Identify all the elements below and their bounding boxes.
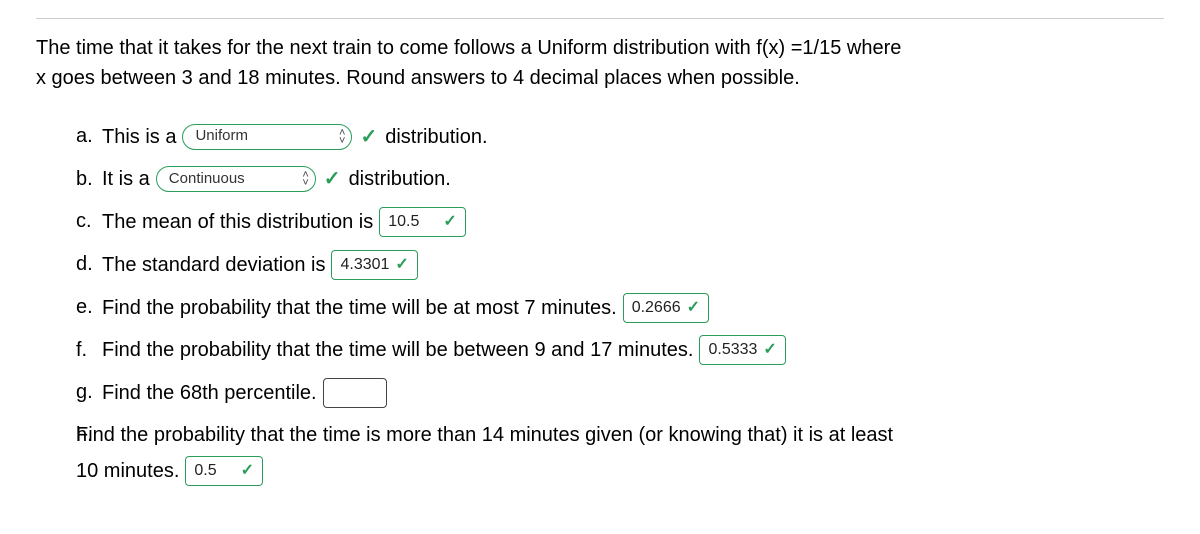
marker-d: d. — [76, 249, 93, 279]
marker-g: g. — [76, 377, 93, 407]
answer-d-value: 4.3301 — [340, 253, 389, 277]
question-list: a. This is a Uniform ˄ ˅ ✓ distribution.… — [36, 121, 1164, 486]
prompt-line-2: x goes between 3 and 18 minutes. Round a… — [36, 63, 1164, 93]
prompt-line-1: The time that it takes for the next trai… — [36, 33, 1164, 63]
item-c: c. The mean of this distribution is 10.5… — [76, 206, 1164, 237]
check-icon: ✓ — [763, 338, 776, 362]
check-icon: ✓ — [324, 164, 341, 194]
answer-c[interactable]: 10.5 ✓ — [379, 207, 466, 237]
top-rule — [36, 18, 1164, 19]
select-b[interactable]: Continuous ˄ ˅ — [156, 166, 316, 192]
item-b-prefix: It is a — [102, 164, 150, 194]
select-b-value: Continuous — [169, 168, 297, 191]
item-a-suffix: distribution. — [385, 122, 487, 152]
marker-e: e. — [76, 292, 93, 322]
item-f: f. Find the probability that the time wi… — [76, 335, 1164, 366]
answer-f-value: 0.5333 — [708, 338, 757, 362]
check-icon: ✓ — [360, 122, 377, 152]
select-a-value: Uniform — [195, 125, 333, 148]
item-h: h. Find the probability that the time is… — [76, 420, 1164, 486]
item-d-prefix: The standard deviation is — [102, 250, 325, 280]
item-g-prefix: Find the 68th percentile. — [102, 378, 317, 408]
answer-e-value: 0.2666 — [632, 296, 681, 320]
check-icon: ✓ — [443, 210, 456, 234]
answer-c-value: 10.5 — [388, 210, 419, 234]
marker-h: h. — [76, 420, 93, 450]
item-f-prefix: Find the probability that the time will … — [102, 335, 693, 365]
chevron-up-down-icon: ˄ ˅ — [339, 129, 345, 145]
item-e: e. Find the probability that the time wi… — [76, 292, 1164, 323]
chevron-up-down-icon: ˄ ˅ — [302, 171, 308, 187]
answer-g[interactable] — [323, 378, 387, 408]
check-icon: ✓ — [241, 459, 254, 483]
marker-a: a. — [76, 121, 93, 151]
answer-h-value: 0.5 — [194, 459, 216, 483]
item-c-prefix: The mean of this distribution is — [102, 207, 373, 237]
answer-f[interactable]: 0.5333 ✓ — [699, 335, 785, 365]
item-a-prefix: This is a — [102, 122, 176, 152]
item-g: g. Find the 68th percentile. — [76, 377, 1164, 408]
item-b: b. It is a Continuous ˄ ˅ ✓ distribution… — [76, 164, 1164, 195]
item-h-line2-prefix: 10 minutes. — [76, 456, 179, 486]
item-d: d. The standard deviation is 4.3301 ✓ — [76, 249, 1164, 280]
check-icon: ✓ — [395, 253, 408, 277]
item-a: a. This is a Uniform ˄ ˅ ✓ distribution. — [76, 121, 1164, 152]
item-b-suffix: distribution. — [349, 164, 451, 194]
check-icon: ✓ — [687, 296, 700, 320]
select-a[interactable]: Uniform ˄ ˅ — [182, 124, 352, 150]
marker-c: c. — [76, 206, 92, 236]
marker-b: b. — [76, 164, 93, 194]
answer-h[interactable]: 0.5 ✓ — [185, 456, 263, 486]
answer-e[interactable]: 0.2666 ✓ — [623, 293, 709, 323]
item-h-line1: Find the probability that the time is mo… — [76, 420, 1164, 450]
question-prompt: The time that it takes for the next trai… — [36, 33, 1164, 93]
marker-f: f. — [76, 335, 87, 365]
answer-d[interactable]: 4.3301 ✓ — [331, 250, 417, 280]
item-e-prefix: Find the probability that the time will … — [102, 293, 617, 323]
